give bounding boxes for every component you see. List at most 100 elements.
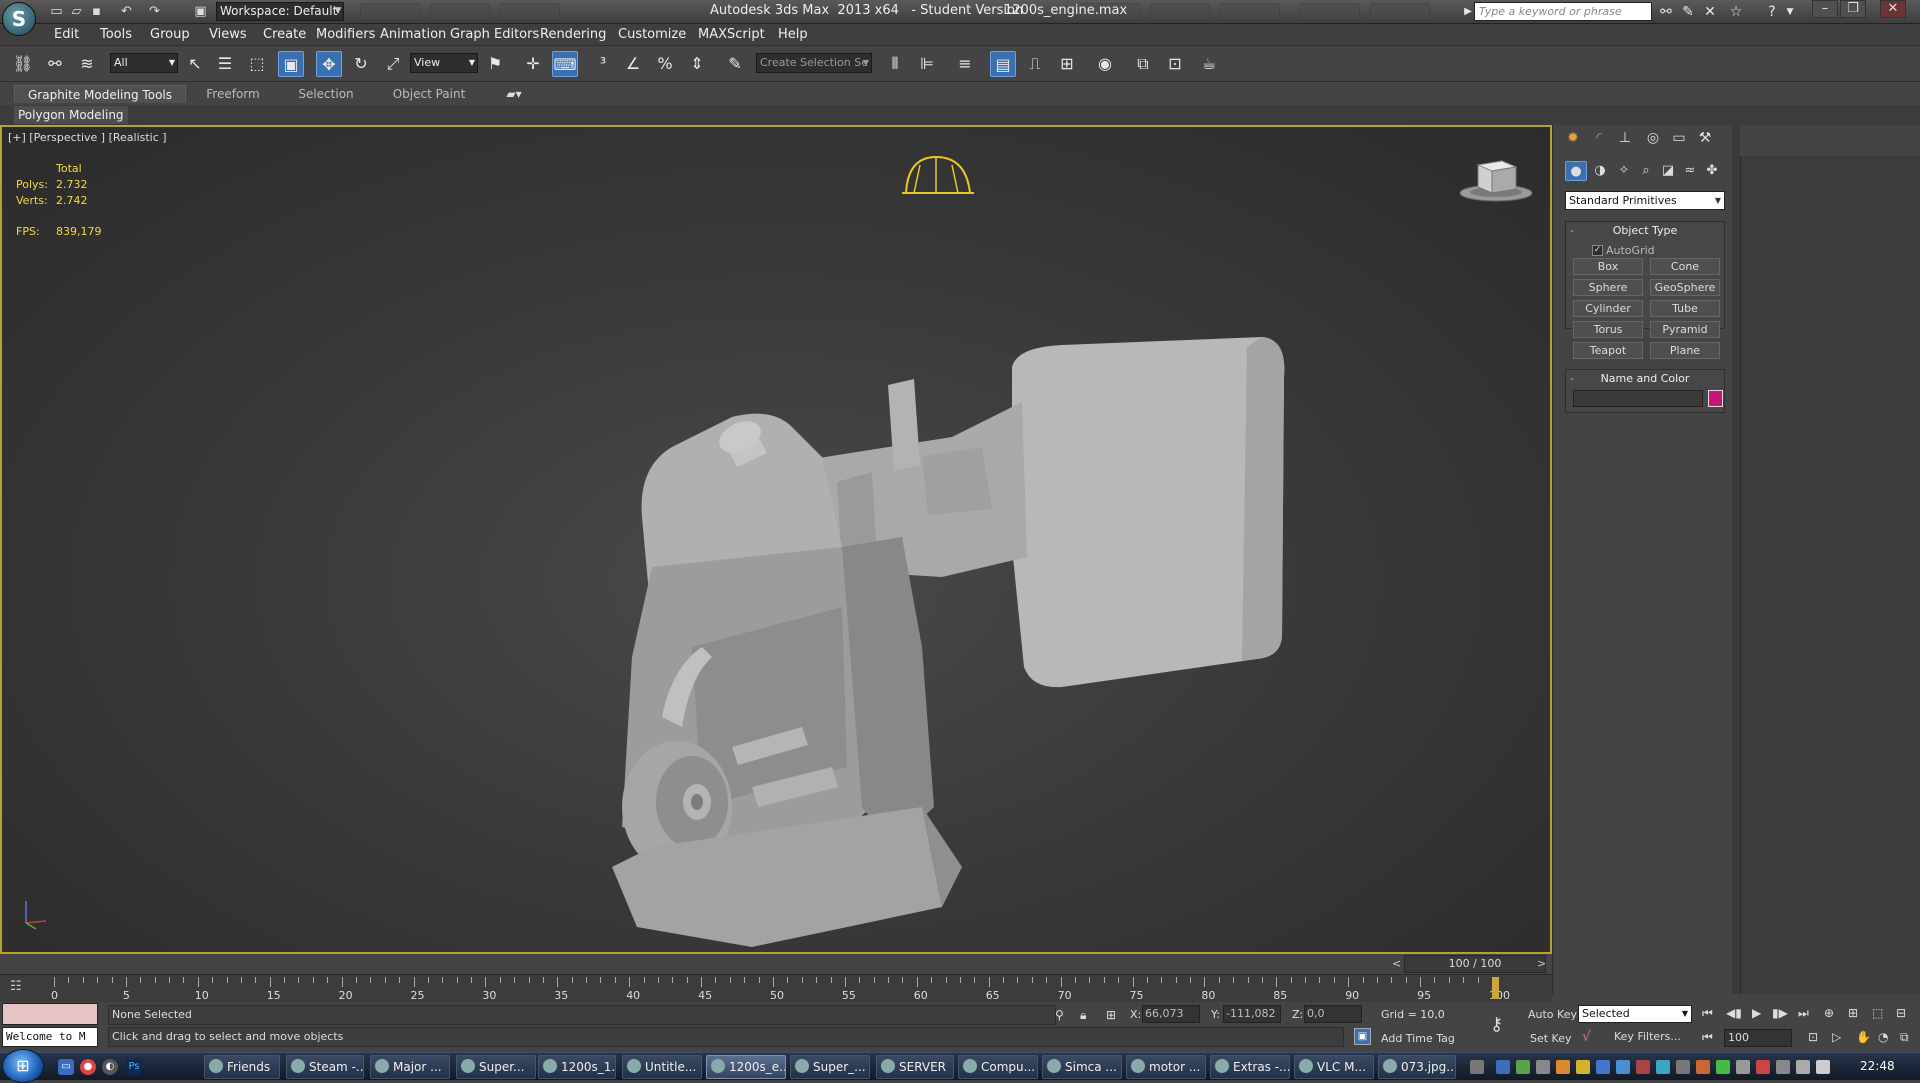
taskbar-button[interactable]: SERVER (876, 1055, 954, 1079)
menu-help[interactable]: Help (778, 27, 808, 42)
viewport-label-menu[interactable]: [+] [Perspective ] [Realistic ] (8, 131, 167, 144)
angle-snap-icon[interactable]: ∠ (620, 51, 646, 77)
set-keys-icon[interactable]: √ (1582, 1029, 1591, 1045)
ribbon-options-icon[interactable]: ▰▾ (500, 85, 528, 103)
name-and-color-header[interactable]: - Name and Color (1566, 370, 1724, 387)
snaps-toggle-icon[interactable]: ³ (590, 51, 616, 77)
keyboard-shortcut-override-icon[interactable]: ⌨ (552, 51, 578, 77)
key-filters-button[interactable]: Key Filters... (1614, 1030, 1681, 1043)
chevron-down-icon[interactable]: ▼ (332, 2, 344, 21)
geometry-category-icon[interactable]: ● (1565, 161, 1587, 181)
tray-icon[interactable] (1716, 1060, 1730, 1074)
tray-icon[interactable] (1576, 1060, 1590, 1074)
menu-rendering[interactable]: Rendering (540, 27, 606, 42)
next-frame-arrow-icon[interactable]: > (1537, 957, 1546, 970)
tray-icon[interactable] (1496, 1060, 1510, 1074)
render-production-icon[interactable]: ☕ (1196, 51, 1222, 77)
select-by-name-icon[interactable]: ☰ (212, 51, 238, 77)
selection-filter-dropdown[interactable]: All ▼ (110, 53, 178, 73)
named-selection-dropdown[interactable]: Create Selection Se ▼ (756, 53, 872, 73)
tab-graphite-modeling-tools[interactable]: Graphite Modeling Tools (14, 85, 186, 103)
cylinder-button[interactable]: Cylinder (1573, 300, 1643, 317)
menu-graph-editors[interactable]: Graph Editors (450, 27, 539, 42)
close-button[interactable]: ✕ (1880, 0, 1906, 18)
geosphere-button[interactable]: GeoSphere (1650, 279, 1720, 296)
graphite-modeling-toggle-icon[interactable]: ▤ (990, 51, 1016, 77)
key-mode-toggle-icon[interactable]: ⏮ (1702, 1030, 1713, 1045)
minimize-button[interactable]: – (1812, 0, 1838, 18)
photoshop-icon[interactable]: Ps (126, 1059, 142, 1075)
auto-key-button[interactable]: Auto Key (1528, 1008, 1577, 1021)
y-coordinate-field[interactable]: -111,082 (1223, 1005, 1281, 1023)
engine-3d-model[interactable] (542, 247, 1302, 957)
current-frame-field[interactable]: 100 (1724, 1029, 1792, 1047)
time-tag-icon[interactable]: ▣ (1354, 1028, 1371, 1045)
helpers-category-icon[interactable]: ◪ (1657, 161, 1679, 181)
primitive-category-dropdown[interactable]: Standard Primitives ▼ (1565, 191, 1725, 210)
open-file-icon[interactable]: ▱ (68, 3, 85, 20)
select-and-link-icon[interactable]: ⛓ (10, 51, 36, 77)
hierarchy-tab-icon[interactable]: ⊥ (1613, 128, 1637, 148)
tray-icon[interactable] (1516, 1060, 1530, 1074)
save-file-icon[interactable]: ▪ (88, 3, 105, 20)
application-menu-button[interactable]: S (2, 2, 36, 36)
rectangular-selection-icon[interactable]: ⬚ (244, 51, 270, 77)
tray-icon[interactable] (1756, 1060, 1770, 1074)
edit-named-selection-icon[interactable]: ✎ (722, 51, 748, 77)
tray-icon[interactable] (1696, 1060, 1710, 1074)
spacewarps-category-icon[interactable]: ≈ (1679, 161, 1701, 181)
tray-icon[interactable] (1536, 1060, 1550, 1074)
motion-tab-icon[interactable]: ◎ (1641, 128, 1665, 148)
taskbar-button[interactable]: VLC M... (1294, 1055, 1374, 1079)
x-coordinate-field[interactable]: 66,073 (1142, 1005, 1200, 1023)
tray-icon[interactable] (1556, 1060, 1570, 1074)
chevron-down-icon[interactable]: ▼ (1780, 2, 1800, 22)
systems-category-icon[interactable]: ✤ (1701, 161, 1723, 181)
taskbar-button[interactable]: 073.jpg... (1378, 1055, 1456, 1079)
box-button[interactable]: Box (1573, 258, 1643, 275)
pan-view-icon[interactable]: ✋ (1856, 1030, 1871, 1044)
taskbar-button[interactable]: 1200s_1... (538, 1055, 616, 1079)
taskbar-button[interactable]: Steam -... (286, 1055, 364, 1079)
menu-edit[interactable]: Edit (54, 27, 79, 42)
undo-icon[interactable]: ↶ (118, 3, 135, 20)
mirror-icon[interactable]: ⫴ (882, 51, 908, 77)
display-tab-icon[interactable]: ▭ (1667, 128, 1691, 148)
taskbar-button[interactable]: Major ... (370, 1055, 450, 1079)
object-type-header[interactable]: - Object Type (1566, 222, 1724, 239)
taskbar-button[interactable]: Simca ... (1042, 1055, 1122, 1079)
select-and-rotate-icon[interactable]: ↻ (348, 51, 374, 77)
select-and-manipulate-icon[interactable]: ✛ (520, 51, 546, 77)
curve-editor-icon[interactable]: ⎍ (1022, 51, 1048, 77)
lights-category-icon[interactable]: ✧ (1613, 161, 1635, 181)
zoom-icon[interactable]: ⊕ (1824, 1006, 1834, 1020)
maximize-viewport-icon[interactable]: ⧉ (1900, 1030, 1909, 1045)
chrome-icon[interactable]: ● (80, 1059, 96, 1075)
tray-icon[interactable] (1736, 1060, 1750, 1074)
sphere-button[interactable]: Sphere (1573, 279, 1643, 296)
reference-coordinate-dropdown[interactable]: View ▼ (410, 53, 478, 73)
object-name-field[interactable] (1573, 390, 1703, 407)
tray-icon[interactable] (1596, 1060, 1610, 1074)
subscription-icon[interactable]: ✎ (1678, 2, 1698, 22)
tab-object-paint[interactable]: Object Paint (384, 85, 474, 103)
tab-freeform[interactable]: Freeform (196, 85, 270, 103)
previous-frame-icon[interactable]: ◀▮ (1726, 1006, 1742, 1020)
unlink-icon[interactable]: ⚯ (42, 51, 68, 77)
tray-icon[interactable] (1656, 1060, 1670, 1074)
help-icon[interactable]: ? (1762, 2, 1782, 22)
key-filter-dropdown[interactable]: Selected ▼ (1578, 1005, 1692, 1023)
taskbar-button[interactable]: Extras -... (1210, 1055, 1290, 1079)
open-mini-curve-editor-icon[interactable]: ☷ (10, 979, 22, 994)
zoom-all-icon[interactable]: ⊞ (1848, 1006, 1858, 1020)
set-key-button[interactable]: Set Key (1530, 1032, 1572, 1045)
new-file-icon[interactable]: ▭ (48, 3, 65, 20)
menu-animation[interactable]: Animation (380, 27, 446, 42)
select-object-icon[interactable]: ↖ (182, 51, 208, 77)
select-and-move-icon[interactable]: ✥ (316, 51, 342, 77)
go-to-start-icon[interactable]: ⏮ (1702, 1006, 1713, 1021)
taskbar-button[interactable]: Untitle... (622, 1055, 702, 1079)
torus-button[interactable]: Torus (1573, 321, 1643, 338)
select-and-scale-icon[interactable]: ⤢ (380, 51, 406, 77)
create-tab-icon[interactable]: ✹ (1561, 128, 1585, 148)
